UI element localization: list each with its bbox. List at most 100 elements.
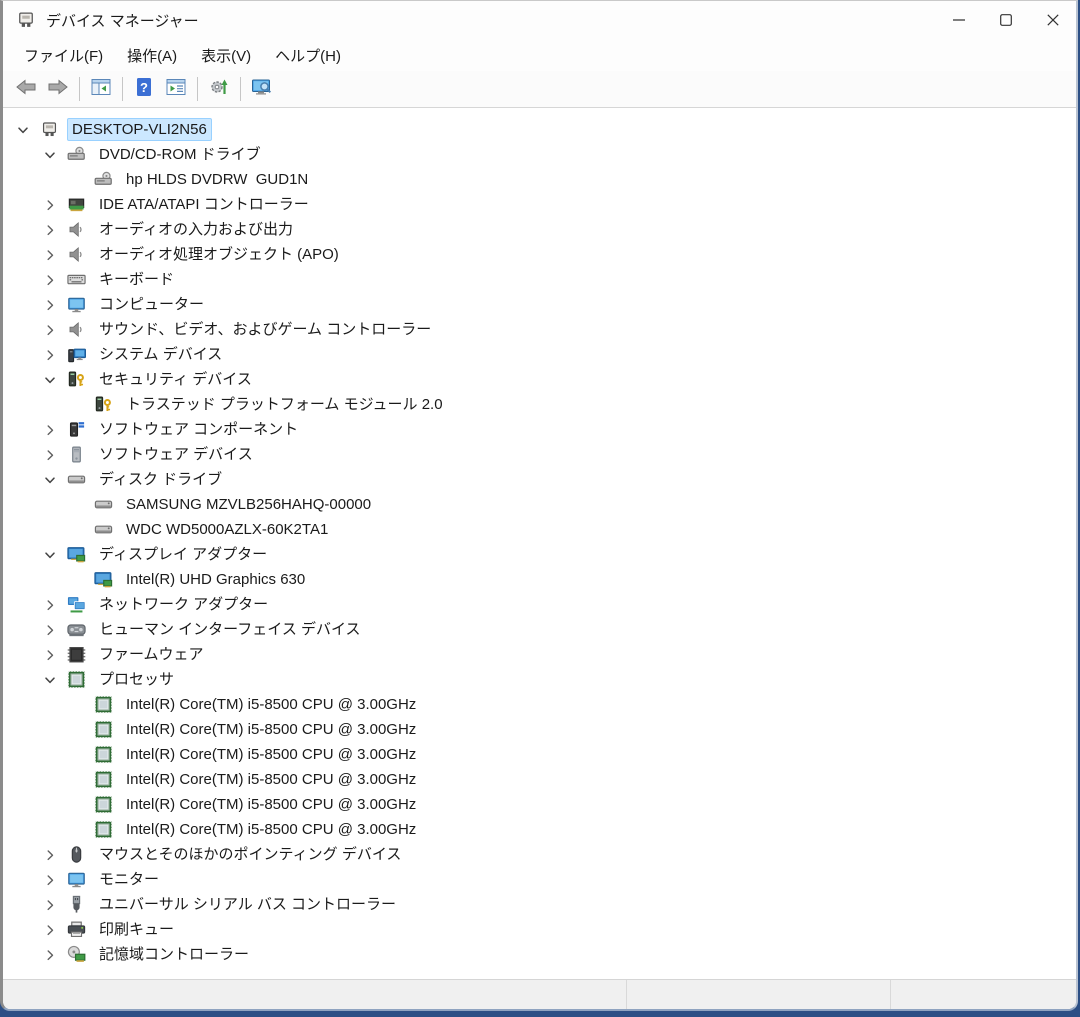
chevron-collapsed-icon[interactable]	[42, 422, 67, 438]
chevron-collapsed-icon[interactable]	[42, 347, 67, 363]
tree-item[interactable]: ネットワーク アダプター	[3, 592, 1076, 617]
chevron-collapsed-icon[interactable]	[42, 272, 67, 288]
keyboard-icon	[67, 270, 87, 289]
tree-item[interactable]: セキュリティ デバイス	[3, 367, 1076, 392]
tree-item[interactable]: ファームウェア	[3, 642, 1076, 667]
chevron-collapsed-icon[interactable]	[42, 247, 67, 263]
chevron-collapsed-icon[interactable]	[42, 872, 67, 888]
chevron-expanded-icon[interactable]	[42, 472, 67, 488]
remote-computer-button[interactable]	[246, 74, 278, 104]
processor-chip-icon	[67, 670, 87, 689]
tree-item[interactable]: Intel(R) Core(TM) i5-8500 CPU @ 3.00GHz	[3, 767, 1076, 792]
usb-icon	[67, 895, 87, 914]
minimize-button[interactable]	[935, 1, 982, 39]
tree-item-label: システム デバイス	[94, 343, 227, 366]
menu-file[interactable]: ファイル(F)	[12, 42, 115, 69]
processor-chip-icon	[94, 695, 114, 714]
tree-item[interactable]: WDC WD5000AZLX-60K2TA1	[3, 517, 1076, 542]
console-tree-icon	[90, 76, 112, 103]
tree-item[interactable]: ユニバーサル シリアル バス コントローラー	[3, 892, 1076, 917]
disk-drive-icon	[94, 520, 114, 539]
chevron-collapsed-icon[interactable]	[42, 947, 67, 963]
show-hide-console-tree-button[interactable]	[85, 74, 117, 104]
chevron-expanded-icon[interactable]	[42, 547, 67, 563]
toolbar: ?	[3, 71, 1076, 108]
tree-item[interactable]: Intel(R) Core(TM) i5-8500 CPU @ 3.00GHz	[3, 792, 1076, 817]
tree-item[interactable]: Intel(R) UHD Graphics 630	[3, 567, 1076, 592]
device-tree[interactable]: DESKTOP-VLI2N56DVD/CD-ROM ドライブhp HLDS DV…	[3, 108, 1076, 979]
back-button[interactable]	[10, 74, 42, 104]
tree-item[interactable]: 記憶域コントローラー	[3, 942, 1076, 967]
tree-item-label: SAMSUNG MZVLB256HAHQ-00000	[121, 493, 376, 516]
menu-action[interactable]: 操作(A)	[115, 42, 189, 69]
tree-item[interactable]: ディスプレイ アダプター	[3, 542, 1076, 567]
status-segment	[891, 980, 1076, 1009]
tree-item[interactable]: DESKTOP-VLI2N56	[3, 117, 1076, 142]
scan-for-hardware-changes-button[interactable]	[203, 74, 235, 104]
chevron-collapsed-icon[interactable]	[42, 197, 67, 213]
close-button[interactable]	[1029, 1, 1076, 39]
speaker-icon	[67, 220, 87, 239]
tree-item[interactable]: キーボード	[3, 267, 1076, 292]
menu-help[interactable]: ヘルプ(H)	[263, 42, 353, 69]
title-bar[interactable]: デバイス マネージャー	[3, 1, 1076, 39]
chevron-collapsed-icon[interactable]	[42, 622, 67, 638]
tree-item-label: DVD/CD-ROM ドライブ	[94, 143, 266, 166]
ide-controller-icon	[67, 195, 87, 214]
tree-item[interactable]: IDE ATA/ATAPI コントローラー	[3, 192, 1076, 217]
tree-item[interactable]: トラステッド プラットフォーム モジュール 2.0	[3, 392, 1076, 417]
hid-icon	[67, 620, 87, 639]
tree-item[interactable]: サウンド、ビデオ、およびゲーム コントローラー	[3, 317, 1076, 342]
tree-item[interactable]: Intel(R) Core(TM) i5-8500 CPU @ 3.00GHz	[3, 817, 1076, 842]
tree-item[interactable]: プロセッサ	[3, 667, 1076, 692]
tree-item[interactable]: Intel(R) Core(TM) i5-8500 CPU @ 3.00GHz	[3, 742, 1076, 767]
tree-item[interactable]: Intel(R) Core(TM) i5-8500 CPU @ 3.00GHz	[3, 717, 1076, 742]
tree-item[interactable]: Intel(R) Core(TM) i5-8500 CPU @ 3.00GHz	[3, 692, 1076, 717]
tree-item[interactable]: 印刷キュー	[3, 917, 1076, 942]
tree-item[interactable]: システム デバイス	[3, 342, 1076, 367]
tree-item[interactable]: ソフトウェア デバイス	[3, 442, 1076, 467]
chevron-collapsed-icon[interactable]	[42, 922, 67, 938]
status-segment	[3, 980, 627, 1009]
software-component-icon	[67, 420, 87, 439]
tree-item-label: ヒューマン インターフェイス デバイス	[94, 618, 366, 641]
menu-view[interactable]: 表示(V)	[189, 42, 263, 69]
mouse-icon	[67, 845, 87, 864]
forward-button[interactable]	[42, 74, 74, 104]
tree-item-label: プロセッサ	[94, 668, 179, 691]
chevron-collapsed-icon[interactable]	[42, 897, 67, 913]
tree-item-label: ネットワーク アダプター	[94, 593, 273, 616]
tree-item-label: トラステッド プラットフォーム モジュール 2.0	[121, 393, 448, 416]
chevron-expanded-icon[interactable]	[15, 122, 40, 138]
chevron-expanded-icon[interactable]	[42, 672, 67, 688]
tree-item[interactable]: SAMSUNG MZVLB256HAHQ-00000	[3, 492, 1076, 517]
chevron-collapsed-icon[interactable]	[42, 222, 67, 238]
chevron-collapsed-icon[interactable]	[42, 647, 67, 663]
help-button[interactable]: ?	[128, 74, 160, 104]
tree-item[interactable]: ディスク ドライブ	[3, 467, 1076, 492]
tree-item[interactable]: DVD/CD-ROM ドライブ	[3, 142, 1076, 167]
tree-item[interactable]: コンピューター	[3, 292, 1076, 317]
tree-item[interactable]: オーディオの入力および出力	[3, 217, 1076, 242]
maximize-button[interactable]	[982, 1, 1029, 39]
tree-item[interactable]: ヒューマン インターフェイス デバイス	[3, 617, 1076, 642]
chevron-expanded-icon[interactable]	[42, 372, 67, 388]
tree-item-label: Intel(R) Core(TM) i5-8500 CPU @ 3.00GHz	[121, 718, 421, 741]
monitor-icon	[67, 295, 87, 314]
properties-button[interactable]	[160, 74, 192, 104]
tree-item[interactable]: マウスとそのほかのポインティング デバイス	[3, 842, 1076, 867]
tree-item[interactable]: hp HLDS DVDRW GUD1N	[3, 167, 1076, 192]
chevron-collapsed-icon[interactable]	[42, 447, 67, 463]
tree-item[interactable]: ソフトウェア コンポーネント	[3, 417, 1076, 442]
window-controls	[935, 1, 1076, 39]
chevron-collapsed-icon[interactable]	[42, 322, 67, 338]
menu-bar: ファイル(F) 操作(A) 表示(V) ヘルプ(H)	[3, 39, 1076, 71]
tree-item[interactable]: モニター	[3, 867, 1076, 892]
chevron-collapsed-icon[interactable]	[42, 597, 67, 613]
tree-item[interactable]: オーディオ処理オブジェクト (APO)	[3, 242, 1076, 267]
chevron-collapsed-icon[interactable]	[42, 847, 67, 863]
toolbar-separator	[197, 77, 198, 101]
chevron-expanded-icon[interactable]	[42, 147, 67, 163]
processor-chip-icon	[94, 770, 114, 789]
chevron-collapsed-icon[interactable]	[42, 297, 67, 313]
